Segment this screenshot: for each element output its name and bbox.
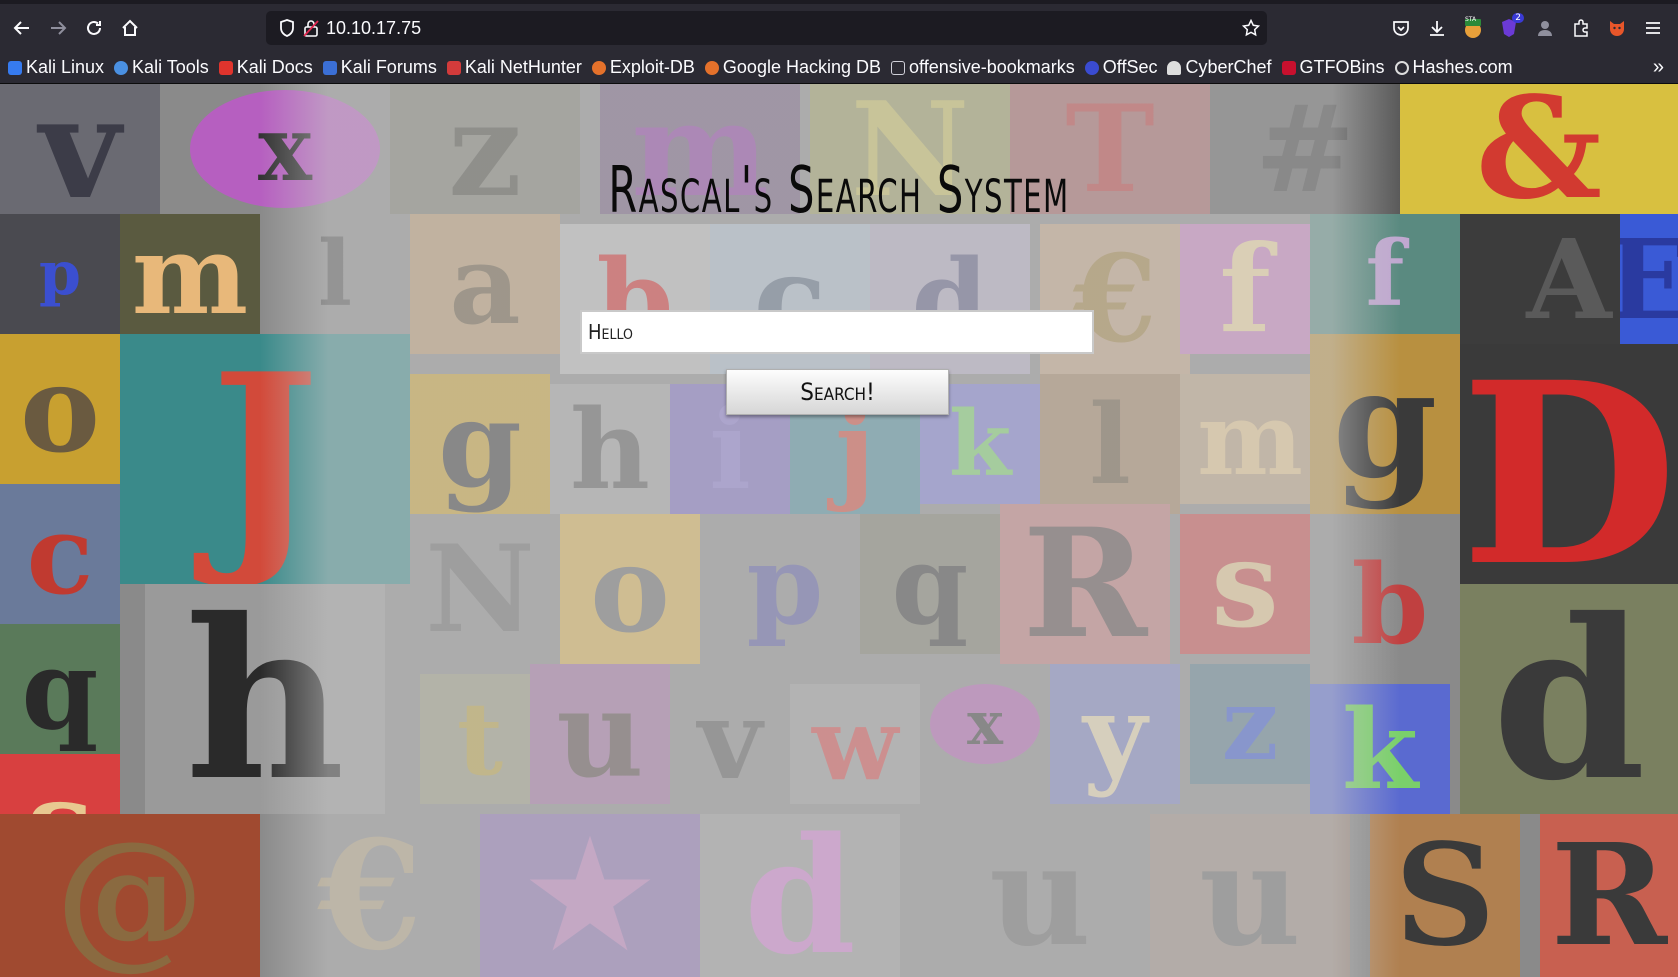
bookmark-gtfobins[interactable]: GTFOBins xyxy=(1281,57,1385,78)
kali-docs-icon xyxy=(218,60,233,75)
letter-tile: p xyxy=(0,214,120,334)
search-input[interactable] xyxy=(580,310,1094,354)
kali-forums-icon xyxy=(322,60,337,75)
bookmark-google-hacking-db[interactable]: Google Hacking DB xyxy=(704,57,881,78)
cyberchef-icon xyxy=(1167,60,1182,75)
menu-icon[interactable] xyxy=(1640,15,1666,41)
letter-tile: @ xyxy=(0,814,260,977)
bookmarks-overflow-chevron-icon[interactable]: » xyxy=(1653,56,1664,79)
pocket-icon[interactable] xyxy=(1388,15,1414,41)
bookmark-offsec[interactable]: OffSec xyxy=(1084,57,1157,78)
forward-icon[interactable] xyxy=(44,14,72,42)
google-hacking-db-icon xyxy=(704,60,719,75)
url-text[interactable]: 10.10.17.75 xyxy=(326,11,421,45)
firefox-account-icon[interactable] xyxy=(1604,15,1630,41)
bookmark-exploit-db[interactable]: Exploit-DB xyxy=(591,57,695,78)
letter-tile: q xyxy=(0,624,120,754)
bookmark-kali-linux[interactable]: Kali Linux xyxy=(8,57,104,78)
page-content: v x z m N T # & p m l a b c d € f f A E … xyxy=(0,84,1678,977)
bookmark-star-icon[interactable] xyxy=(1238,15,1264,41)
shield-icon[interactable] xyxy=(274,15,300,41)
home-icon[interactable] xyxy=(116,14,144,42)
extension-user-icon[interactable] xyxy=(1532,15,1558,41)
extension-count-badge: 2 xyxy=(1512,13,1524,23)
exploit-db-icon xyxy=(591,60,606,75)
letter-tile: d xyxy=(1460,584,1678,814)
bookmark-cyberchef[interactable]: CyberChef xyxy=(1167,57,1272,78)
url-bar[interactable]: 10.10.17.75 xyxy=(266,11,1267,45)
back-icon[interactable] xyxy=(8,14,36,42)
browser-toolbar: 10.10.17.75 STA 2 xyxy=(0,0,1678,52)
offsec-icon xyxy=(1084,60,1099,75)
kali-nethunter-icon xyxy=(446,60,461,75)
extensions-puzzle-icon[interactable] xyxy=(1568,15,1594,41)
letter-tile: o xyxy=(0,334,120,484)
search-button[interactable]: Search! xyxy=(726,369,949,415)
letter-tile: m xyxy=(120,214,260,334)
page-title: Rascal's Search System xyxy=(608,154,1070,228)
kali-linux-icon xyxy=(8,60,22,75)
bookmark-kali-forums[interactable]: Kali Forums xyxy=(322,57,437,78)
extension-sta-icon[interactable]: STA xyxy=(1460,15,1486,41)
reload-icon[interactable] xyxy=(80,14,108,42)
letter-tile: c xyxy=(0,484,120,624)
downloads-icon[interactable] xyxy=(1424,15,1450,41)
sta-badge: STA xyxy=(1465,16,1477,23)
extension-purple-icon[interactable]: 2 xyxy=(1496,13,1524,41)
bookmark-kali-nethunter[interactable]: Kali NetHunter xyxy=(446,57,582,78)
bookmark-hashes-com[interactable]: Hashes.com xyxy=(1394,57,1513,78)
gtfobins-icon xyxy=(1281,60,1296,75)
letter-tile: D xyxy=(1460,344,1678,604)
letter-tile: R xyxy=(1540,814,1678,977)
folder-icon xyxy=(891,60,906,75)
hashes-com-icon xyxy=(1394,60,1409,75)
insecure-lock-icon[interactable] xyxy=(298,15,324,41)
bookmark-kali-docs[interactable]: Kali Docs xyxy=(218,57,313,78)
bookmark-folder-offensive-bookmarks[interactable]: offensive-bookmarks xyxy=(891,57,1075,78)
letter-tile: v xyxy=(0,84,160,214)
letter-tile: E xyxy=(1620,214,1678,344)
bookmark-kali-tools[interactable]: Kali Tools xyxy=(114,57,209,78)
kali-tools-icon xyxy=(114,60,129,75)
bookmarks-toolbar: Kali Linux Kali Tools Kali Docs Kali For… xyxy=(0,52,1678,84)
